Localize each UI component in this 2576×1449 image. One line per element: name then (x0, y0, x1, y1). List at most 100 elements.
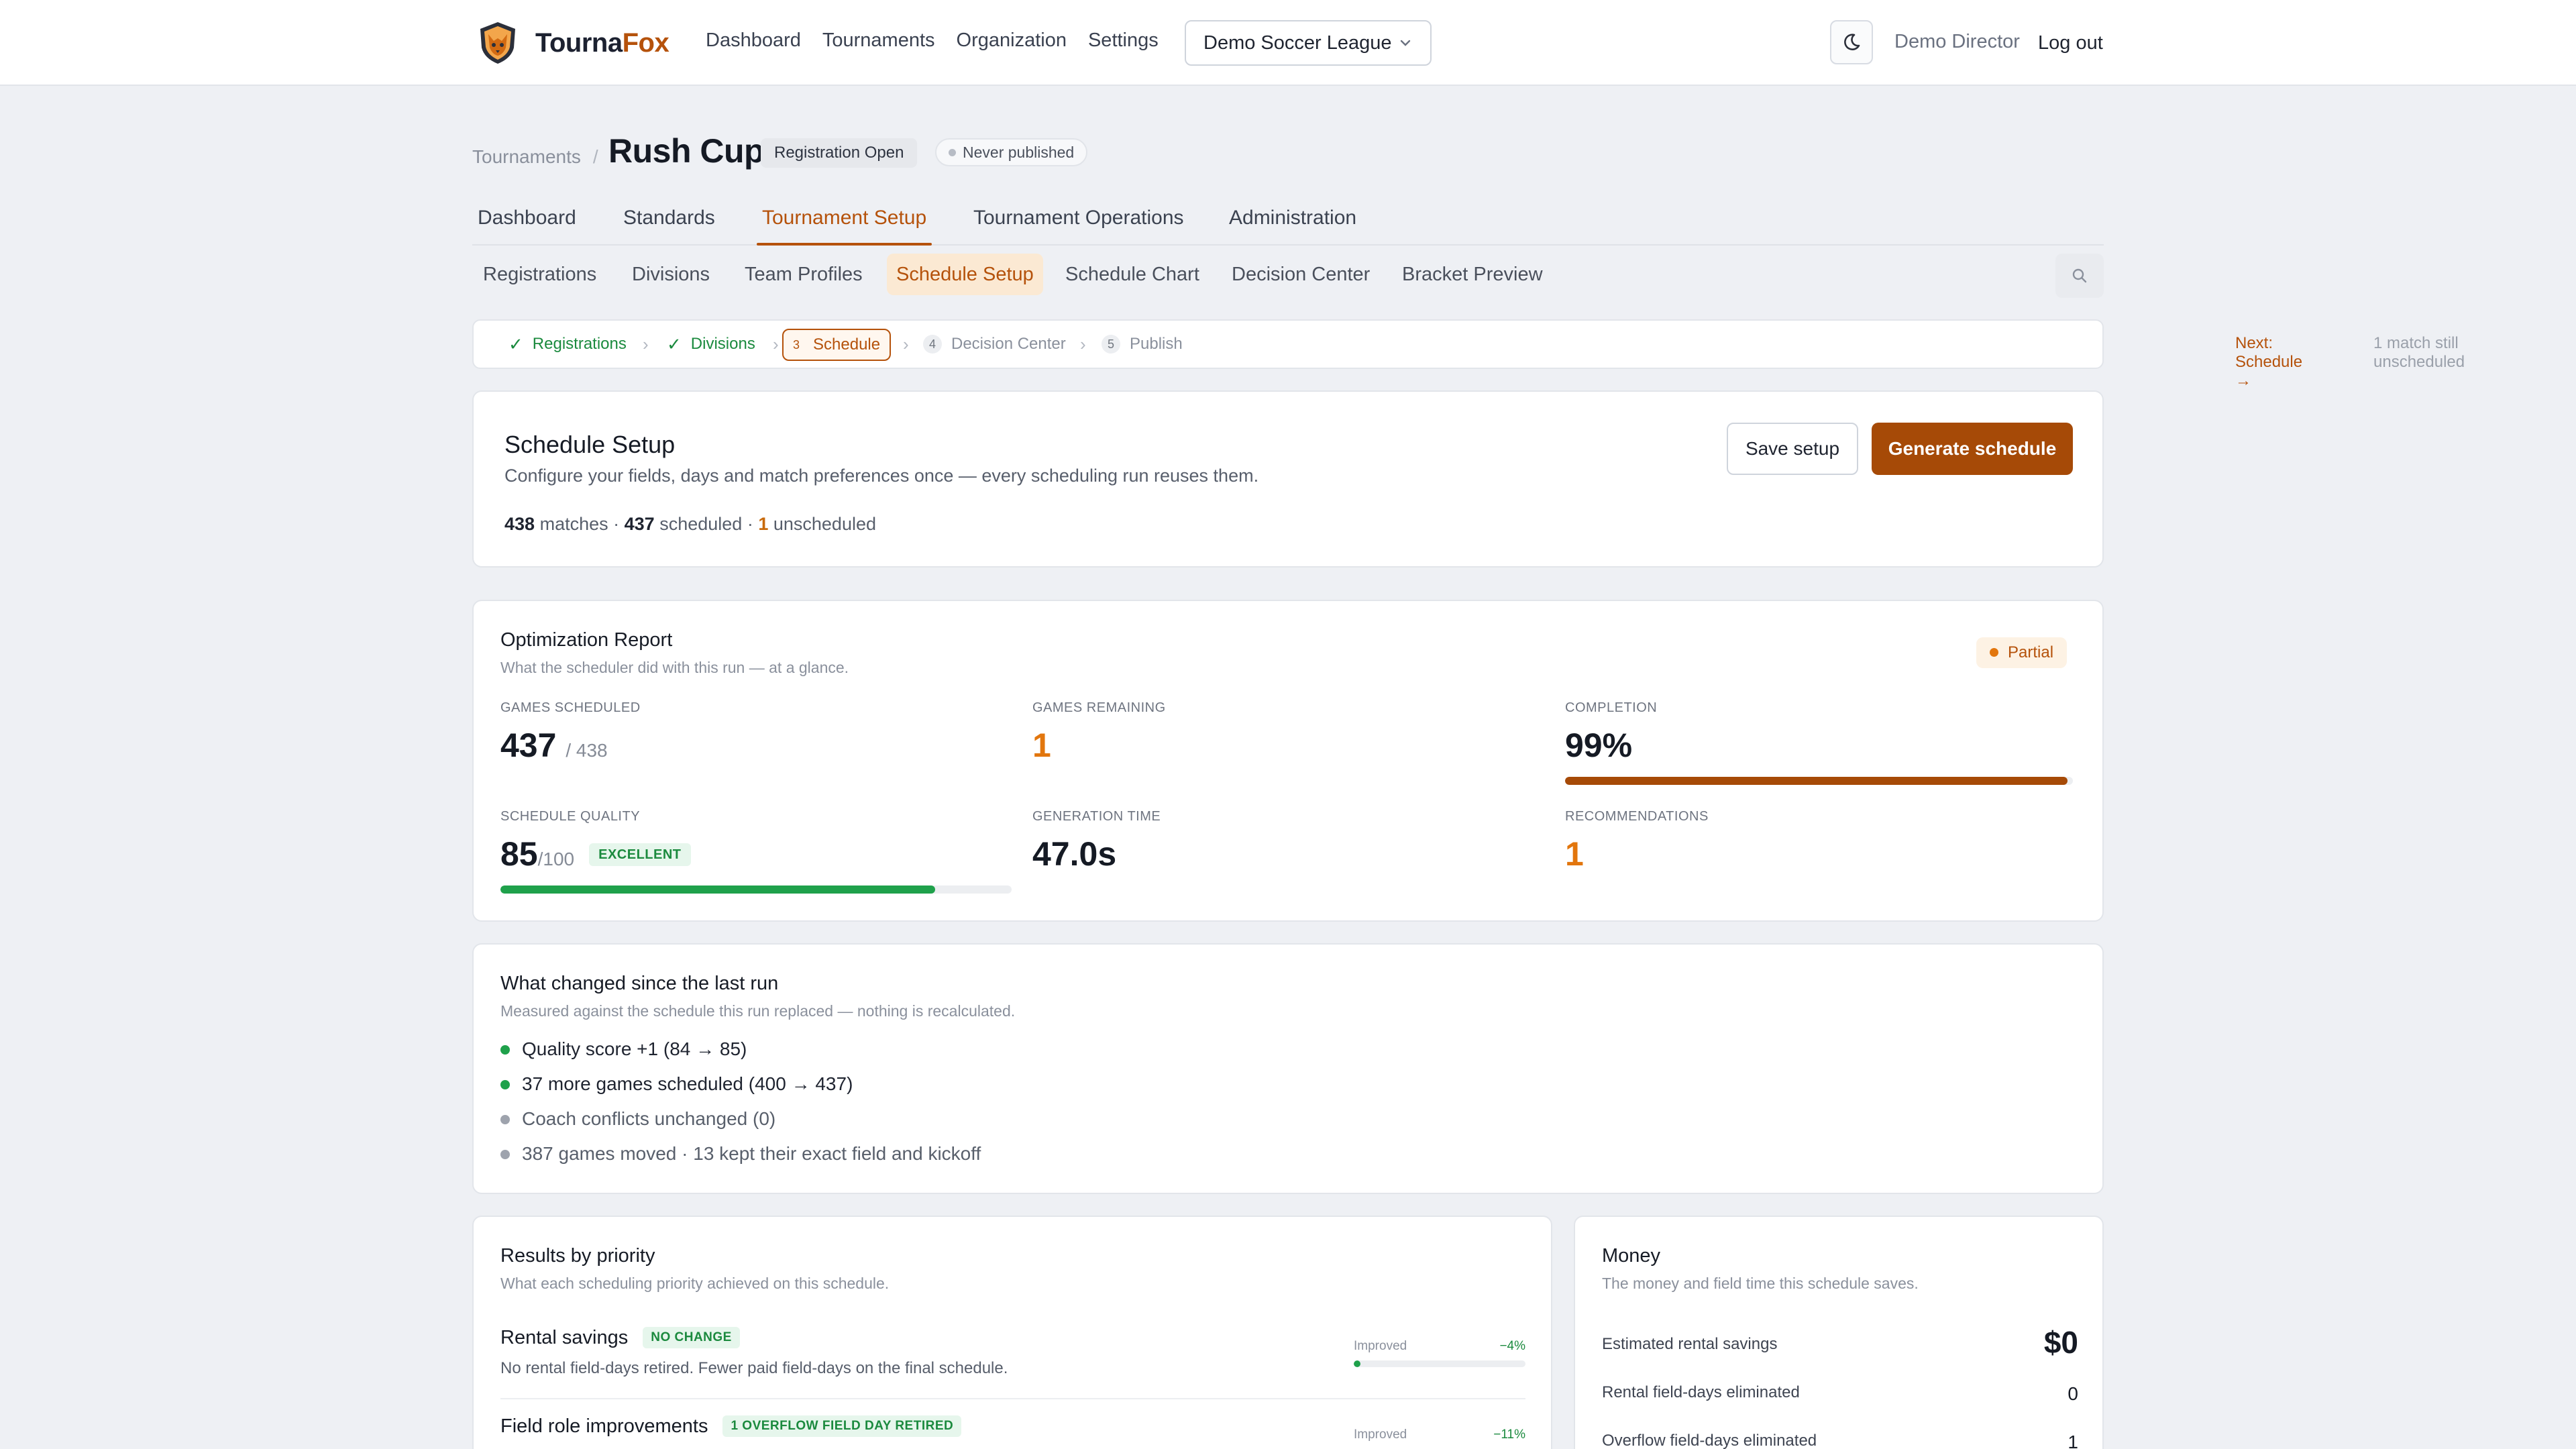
breadcrumb-tournaments-link[interactable]: Tournaments (472, 146, 581, 167)
theme-toggle-button[interactable] (1830, 20, 1873, 64)
search-button[interactable] (2055, 254, 2104, 298)
report-status-badge: Partial (1976, 637, 2068, 668)
money-subtitle: The money and field time this schedule s… (1602, 1275, 1919, 1292)
change-text: Coach conflicts unchanged (0) (522, 1108, 776, 1129)
match-counts: 438 matches · 437 scheduled · 1 unschedu… (504, 514, 876, 534)
completion-progress-fill (1565, 777, 2068, 785)
games-scheduled-label: GAMES SCHEDULED (500, 700, 641, 715)
subtab-registrations[interactable]: Registrations (483, 254, 596, 295)
change-text: 387 games moved · 13 kept their exact fi… (522, 1143, 981, 1164)
divider (500, 1398, 1525, 1399)
change-item: 37 more games scheduled (400 → 437) (500, 1067, 981, 1102)
tab-tournament-operations[interactable]: Tournament Operations (973, 207, 1184, 229)
chevron-down-icon (1400, 40, 1411, 46)
step-number: 3 (793, 338, 800, 352)
matches-count: 438 (504, 514, 535, 534)
tab-dashboard[interactable]: Dashboard (478, 207, 576, 229)
quality-progress-fill (500, 885, 935, 894)
status-dot-icon (949, 149, 956, 156)
step-divisions[interactable]: ✓ Divisions (667, 321, 755, 368)
step-label: Divisions (690, 335, 755, 353)
report-subtitle: What the scheduler did with this run — a… (500, 659, 849, 676)
publish-status-badge: Never published (935, 138, 1088, 166)
logout-link[interactable]: Log out (2038, 32, 2103, 54)
quality-progress-bar (500, 885, 1012, 894)
change-item: Quality score +1 (84 → 85) (500, 1032, 981, 1067)
unscheduled-count: 1 (758, 514, 769, 534)
schedule-quality-value: 85/100 EXCELLENT (500, 835, 691, 873)
setup-title: Schedule Setup (504, 431, 676, 458)
money-row-value: $0 (2043, 1325, 2078, 1360)
nav-dashboard[interactable]: Dashboard (706, 30, 801, 52)
nav-settings[interactable]: Settings (1088, 30, 1159, 52)
money-row-overflow-days: Overflow field-days eliminated 1 (1602, 1432, 2078, 1449)
subtab-divisions[interactable]: Divisions (632, 254, 710, 295)
priority-progress-fill (1354, 1360, 1361, 1367)
change-item: Coach conflicts unchanged (0) (500, 1102, 981, 1136)
matches-label: matches (539, 514, 608, 534)
subtab-team-profiles[interactable]: Team Profiles (745, 254, 863, 295)
money-row-label: Rental field-days eliminated (1602, 1383, 1800, 1401)
subtab-schedule-setup[interactable]: Schedule Setup (887, 254, 1043, 295)
priority-tag: 1 OVERFLOW FIELD DAY RETIRED (722, 1415, 962, 1437)
quality-tag: EXCELLENT (589, 843, 691, 866)
priority-field-role: Field role improvements 1 OVERFLOW FIELD … (500, 1415, 962, 1438)
report-status-label: Partial (2008, 643, 2054, 661)
money-row-rental-days: Rental field-days eliminated 0 (1602, 1383, 2078, 1404)
step-label: Schedule (813, 335, 881, 354)
next-step-link[interactable]: Next: Schedule → (2235, 334, 2302, 390)
nav-organization[interactable]: Organization (957, 30, 1067, 52)
step-publish[interactable]: 5 Publish (1102, 321, 1183, 368)
priority-subtitle: What each scheduling priority achieved o… (500, 1275, 890, 1292)
what-changed-card: What changed since the last run Measured… (472, 943, 2104, 1194)
scheduled-count: 437 (624, 514, 655, 534)
games-scheduled-value: 437 / 438 (500, 726, 608, 765)
subtab-decision-center[interactable]: Decision Center (1232, 254, 1370, 295)
step-number: 5 (1102, 335, 1120, 354)
priority-rental-savings: Rental savings NO CHANGE (500, 1327, 740, 1349)
changes-list: Quality score +1 (84 → 85) 37 more games… (500, 1032, 981, 1171)
subtab-bracket-preview[interactable]: Bracket Preview (1402, 254, 1543, 295)
optimization-report-card: Optimization Report What the scheduler d… (472, 600, 2104, 922)
nav-tournaments[interactable]: Tournaments (822, 30, 935, 52)
bullet-dot-icon (500, 1045, 510, 1055)
tab-tournament-setup[interactable]: Tournament Setup (756, 207, 932, 246)
main-tabs: Dashboard Standards Tournament Setup Tou… (472, 201, 2104, 246)
step-decision-center[interactable]: 4 Decision Center (923, 321, 1066, 368)
chevron-right-icon: › (903, 334, 909, 354)
unscheduled-label: unscheduled (773, 514, 876, 534)
moon-icon (1844, 34, 1860, 50)
money-title: Money (1602, 1245, 1661, 1267)
priority-name: Field role improvements (500, 1415, 708, 1437)
money-card: Money The money and field time this sche… (1574, 1216, 2104, 1449)
bullet-dot-icon (500, 1080, 510, 1089)
league-select[interactable]: Demo Soccer League (1185, 20, 1432, 66)
publish-status-label: Never published (963, 144, 1075, 161)
step-schedule[interactable]: 3 Schedule (782, 329, 892, 361)
money-row-value: 0 (2068, 1383, 2078, 1404)
brand[interactable]: TournaFox (478, 20, 669, 66)
changes-subtitle: Measured against the schedule this run r… (500, 1002, 1016, 1020)
priority-progress-bar (1354, 1360, 1525, 1367)
change-item: 387 games moved · 13 kept their exact fi… (500, 1136, 981, 1171)
page-title: Rush Cup (608, 132, 765, 170)
scheduled-label: scheduled (659, 514, 743, 534)
subtab-schedule-chart[interactable]: Schedule Chart (1065, 254, 1199, 295)
chevron-right-icon: › (773, 334, 779, 354)
top-nav: Dashboard Tournaments Organization Setti… (706, 30, 1159, 52)
change-text: Quality score +1 (84 → 85) (522, 1038, 747, 1059)
priority-title: Results by priority (500, 1245, 655, 1267)
generate-schedule-button[interactable]: Generate schedule (1872, 423, 2073, 475)
games-remaining-label: GAMES REMAINING (1032, 700, 1166, 715)
games-total: / 438 (566, 740, 608, 761)
priority-mini-label: Improved (1354, 1428, 1407, 1442)
money-row-label: Estimated rental savings (1602, 1335, 1778, 1353)
breadcrumb-separator: / (592, 146, 598, 167)
tab-standards[interactable]: Standards (623, 207, 715, 229)
tab-administration[interactable]: Administration (1229, 207, 1356, 229)
changes-title: What changed since the last run (500, 973, 779, 994)
priority-mini-label: Improved (1354, 1339, 1407, 1353)
step-registrations[interactable]: ✓ Registrations (508, 321, 627, 368)
save-setup-button[interactable]: Save setup (1727, 423, 1858, 475)
checkmark-icon: ✓ (508, 333, 523, 354)
